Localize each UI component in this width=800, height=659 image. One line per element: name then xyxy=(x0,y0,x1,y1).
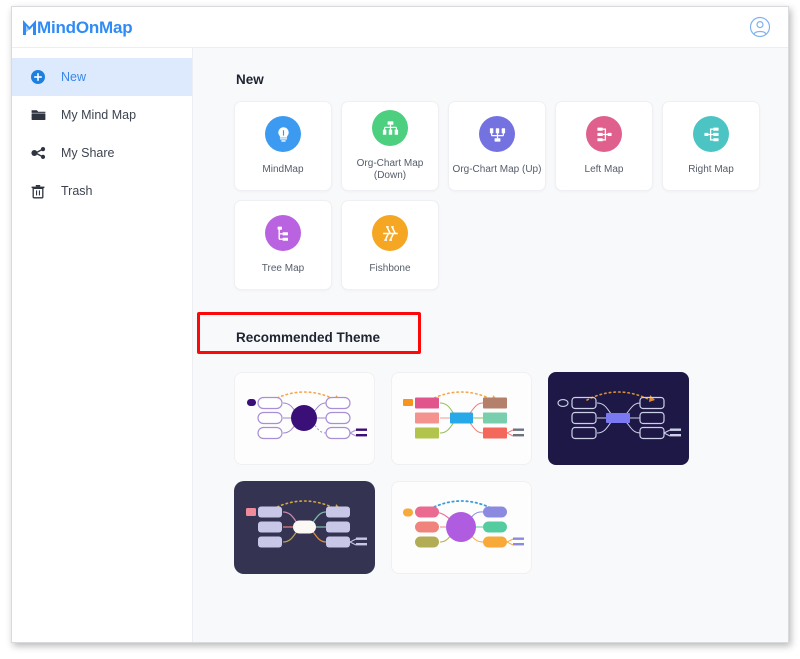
app-root: MindOnMap New My Mind Map My Share Trash… xyxy=(0,0,800,659)
body-row: New My Mind Map My Share Trash New MindM… xyxy=(12,48,788,642)
avatar[interactable] xyxy=(748,15,772,39)
app-logo[interactable]: MindOnMap xyxy=(22,17,133,37)
map-type-label: Left Map xyxy=(584,164,624,175)
map-type-label: Org-Chart Map (Down) xyxy=(356,158,424,181)
theme-preview xyxy=(247,391,367,440)
map-type-label: Right Map xyxy=(688,164,734,175)
map-type-grid: MindMap Org-Chart Map (Down) Org-Chart M… xyxy=(234,101,787,290)
sidebar-item-label: My Share xyxy=(61,145,115,160)
recommended-theme-title: Recommended Theme xyxy=(236,330,381,345)
sidebar: New My Mind Map My Share Trash xyxy=(12,48,193,642)
sidebar-item-new[interactable]: New xyxy=(12,58,192,96)
logo-text: MindOnMap xyxy=(37,17,133,37)
map-type-card-mindmap[interactable]: MindMap xyxy=(234,101,332,191)
user-circle-icon xyxy=(749,16,771,38)
map-type-card-fishbone[interactable]: Fishbone xyxy=(341,200,439,290)
theme-preview xyxy=(403,500,524,548)
map-type-label: Fishbone xyxy=(369,263,411,274)
plus-circle-icon xyxy=(28,70,48,84)
fishbone-icon xyxy=(372,215,408,251)
map-type-card-org-chart-down[interactable]: Org-Chart Map (Down) xyxy=(341,101,439,191)
right-map-icon xyxy=(693,116,729,152)
map-type-label: Org-Chart Map (Up) xyxy=(452,164,542,175)
left-map-icon xyxy=(586,116,622,152)
new-section-title: New xyxy=(236,72,264,87)
map-type-card-org-chart-up[interactable]: Org-Chart Map (Up) xyxy=(448,101,546,191)
main-content: New MindMap Org-Chart Map (Down) Org-Cha… xyxy=(193,48,788,642)
map-type-card-right-map[interactable]: Right Map xyxy=(662,101,760,191)
folder-icon xyxy=(28,108,48,122)
recommended-theme-header: Recommended Theme xyxy=(194,312,788,356)
sidebar-item-trash[interactable]: Trash xyxy=(12,172,192,210)
theme-preview xyxy=(403,391,524,439)
map-type-card-tree-map[interactable]: Tree Map xyxy=(234,200,332,290)
org-chart-up-icon xyxy=(479,116,515,152)
theme-preview xyxy=(246,500,367,548)
logo-mark-icon xyxy=(22,19,37,36)
theme-card-colorful-rect-light[interactable] xyxy=(391,371,532,465)
sidebar-item-label: New xyxy=(61,69,87,84)
theme-card-dark-navy-outline[interactable] xyxy=(548,371,689,465)
theme-card-purple-circle-colorful[interactable] xyxy=(391,480,532,574)
top-bar: MindOnMap xyxy=(12,7,788,48)
theme-card-dark-slate-lavender[interactable] xyxy=(234,480,375,574)
sidebar-item-label: Trash xyxy=(61,183,93,198)
app-window: MindOnMap New My Mind Map My Share Trash… xyxy=(11,6,789,643)
tree-map-icon xyxy=(265,215,301,251)
theme-grid xyxy=(234,371,759,574)
map-type-label: Tree Map xyxy=(261,263,305,274)
theme-preview xyxy=(557,391,681,440)
org-chart-down-icon xyxy=(372,110,408,146)
trash-icon xyxy=(28,184,48,199)
map-type-label: MindMap xyxy=(262,164,304,175)
theme-card-purple-outline-light[interactable] xyxy=(234,371,375,465)
share-nodes-icon xyxy=(28,146,48,160)
sidebar-item-my-share[interactable]: My Share xyxy=(12,134,192,172)
sidebar-item-my-mind-map[interactable]: My Mind Map xyxy=(12,96,192,134)
sidebar-item-label: My Mind Map xyxy=(61,107,137,122)
lightbulb-icon xyxy=(265,116,301,152)
map-type-card-left-map[interactable]: Left Map xyxy=(555,101,653,191)
